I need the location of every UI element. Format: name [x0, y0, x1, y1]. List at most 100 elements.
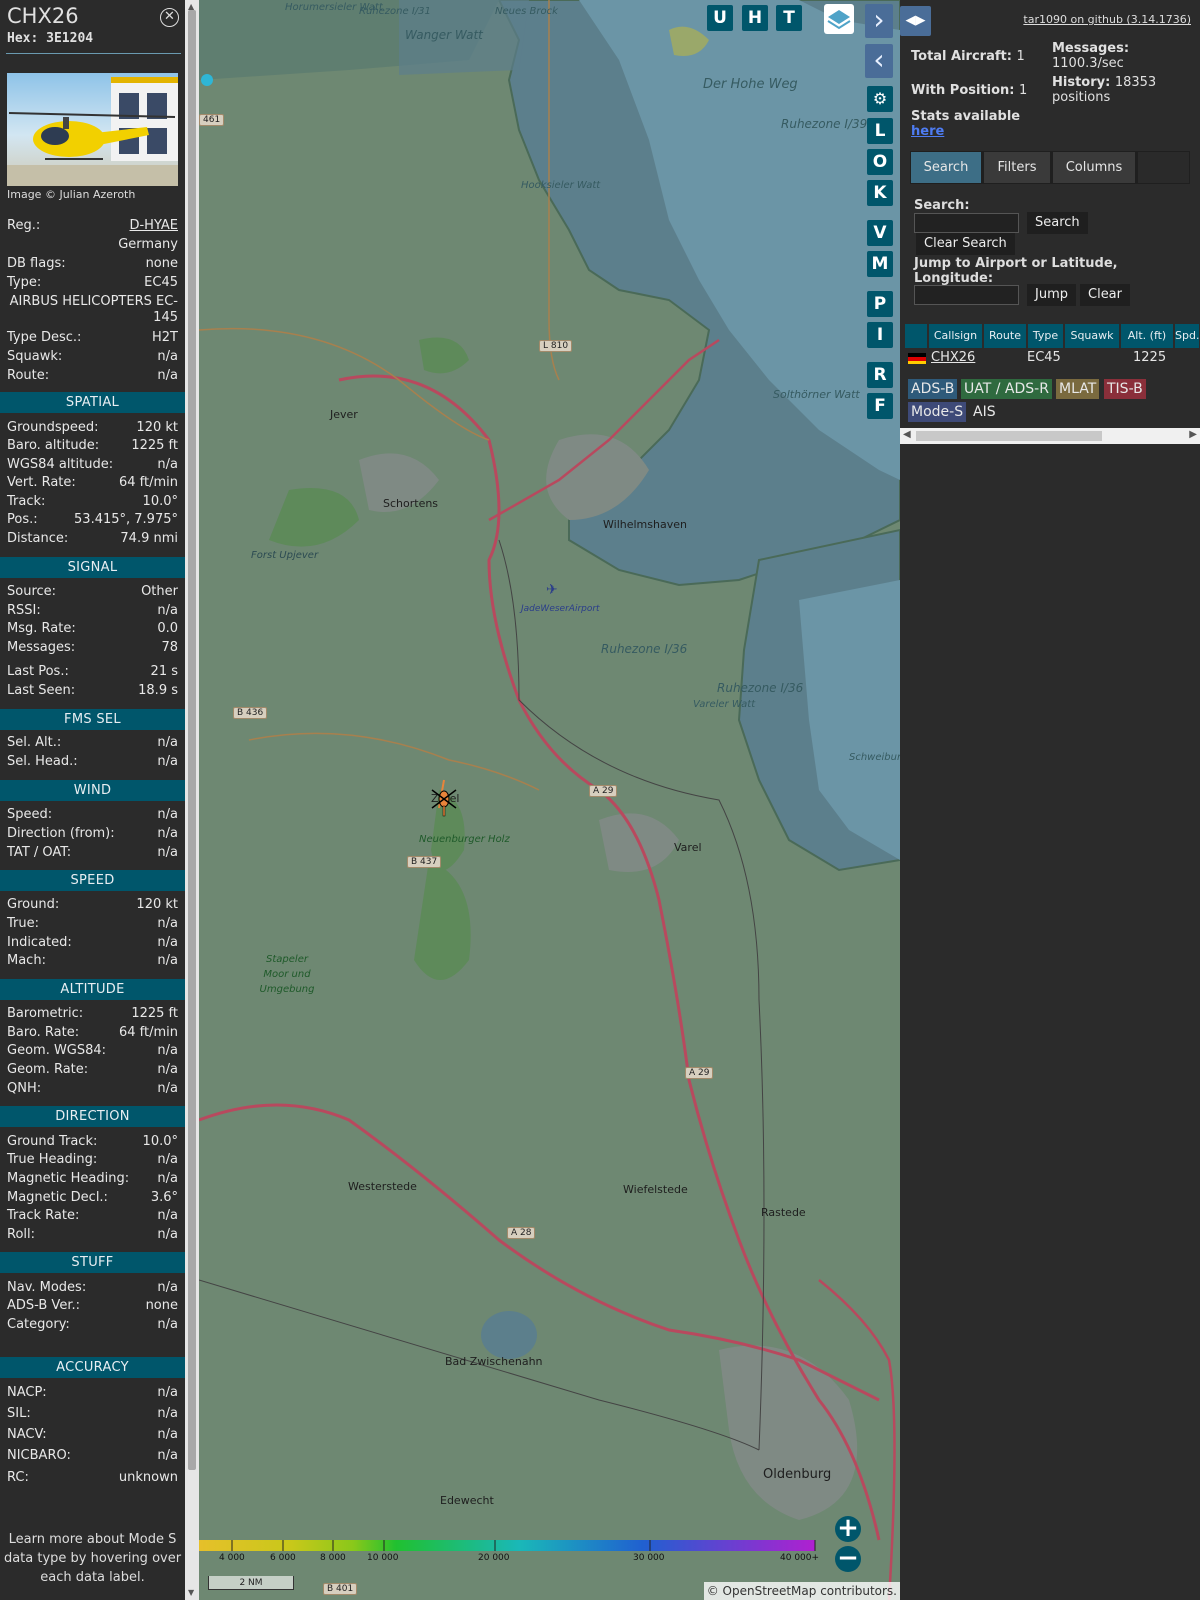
data-row: Geom. Rate: n/a [7, 1062, 178, 1081]
toggle-sidebar-icon[interactable]: ◀▶ [900, 6, 931, 36]
data-value: n/a [157, 1448, 178, 1463]
jump-label: Jump to Airport or Latitude, Longitude: [914, 256, 1118, 286]
toggle-o-button[interactable]: O [867, 149, 893, 175]
table-scrollbar[interactable]: ◀ ▶ [900, 428, 1200, 444]
tab-search[interactable]: Search [911, 152, 981, 183]
toggle-h-button[interactable]: H [742, 5, 768, 31]
data-label[interactable]: Vert. Rate: [7, 475, 76, 490]
data-label[interactable]: RC: [7, 1470, 29, 1485]
github-link[interactable]: tar1090 on github (3.14.1736) [1023, 13, 1191, 26]
zoom-out-button[interactable]: − [835, 1545, 861, 1572]
data-label[interactable]: Pos.: [7, 512, 38, 527]
data-label[interactable]: Sel. Alt.: [7, 735, 61, 750]
data-label[interactable]: Ground Track: [7, 1134, 97, 1149]
close-icon[interactable]: ✕ [160, 8, 179, 27]
info-value[interactable]: D-HYAE [129, 218, 178, 233]
data-label[interactable]: Last Pos.: [7, 664, 69, 679]
toggle-f-button[interactable]: F [867, 393, 893, 419]
search-input[interactable] [914, 213, 1019, 233]
data-label[interactable]: Magnetic Decl.: [7, 1190, 108, 1205]
detail-scrollbar[interactable]: ▲ ▼ [185, 0, 199, 1600]
search-button[interactable]: Search [1027, 212, 1088, 234]
column-flag[interactable] [905, 324, 928, 348]
collapse-sidebar-button[interactable]: ‹ [865, 44, 893, 78]
data-label[interactable]: QNH: [7, 1081, 41, 1096]
data-label[interactable]: Nav. Modes: [7, 1280, 86, 1295]
data-label[interactable]: SIL: [7, 1406, 31, 1421]
data-label[interactable]: RSSI: [7, 603, 41, 618]
toggle-p-button[interactable]: P [867, 291, 893, 317]
column-route[interactable]: Route [984, 324, 1027, 348]
stats-link[interactable]: here [911, 124, 944, 139]
data-label[interactable]: Baro. Rate: [7, 1025, 79, 1040]
data-label[interactable]: NACV: [7, 1427, 47, 1442]
row-callsign[interactable]: CHX26 [931, 349, 975, 367]
data-label[interactable]: Distance: [7, 531, 68, 546]
tab-extra[interactable] [1138, 152, 1189, 183]
tab-filters[interactable]: Filters [984, 152, 1050, 183]
data-label[interactable]: Magnetic Heading: [7, 1171, 129, 1186]
data-label[interactable]: NACP: [7, 1385, 47, 1400]
water-label: Ruhezone I/36 [601, 642, 688, 656]
total-aircraft: Total Aircraft: 1 [911, 49, 1025, 64]
settings-gear-icon[interactable]: ⚙ [867, 86, 893, 112]
data-label[interactable]: Barometric: [7, 1006, 83, 1021]
info-value: EC45 [144, 275, 178, 290]
data-label[interactable]: Source: [7, 584, 56, 599]
data-label[interactable]: TAT / OAT: [7, 845, 71, 860]
column-speed[interactable]: Spd. [1175, 324, 1200, 348]
data-label[interactable]: Track: [7, 494, 45, 509]
tab-columns[interactable]: Columns [1053, 152, 1135, 183]
data-value: n/a [157, 916, 178, 931]
column-altitude[interactable]: Alt. (ft) [1121, 324, 1174, 348]
water-label: Ruhezone I/36 [717, 681, 804, 695]
jump-input[interactable] [914, 285, 1019, 305]
data-label[interactable]: Speed: [7, 807, 52, 822]
data-label[interactable]: Last Seen: [7, 683, 75, 698]
data-label[interactable]: WGS84 altitude: [7, 457, 113, 472]
clear-button[interactable]: Clear [1080, 284, 1130, 306]
data-label[interactable]: Mach: [7, 953, 46, 968]
data-label[interactable]: True Heading: [7, 1152, 97, 1167]
data-label[interactable]: True: [7, 916, 39, 931]
section-header: ACCURACY [0, 1357, 185, 1378]
data-label[interactable]: Msg. Rate: [7, 621, 76, 636]
map-view[interactable]: Jever Schortens Wilhelmshaven Varel West… [199, 0, 900, 1600]
column-squawk[interactable]: Squawk [1065, 324, 1120, 348]
aircraft-marker-icon[interactable] [431, 787, 457, 817]
toggle-v-button[interactable]: V [867, 220, 893, 246]
data-label[interactable]: Messages: [7, 640, 75, 655]
data-label[interactable]: Indicated: [7, 935, 72, 950]
data-label[interactable]: ADS-B Ver.: [7, 1298, 80, 1313]
toggle-k-button[interactable]: K [867, 180, 893, 206]
data-label[interactable]: Track Rate: [7, 1208, 79, 1223]
data-label[interactable]: Direction (from): [7, 826, 115, 841]
clear-search-button[interactable]: Clear Search [916, 233, 1015, 255]
info-value: AIRBUS HELICOPTERS EC-145 [9, 294, 178, 325]
toggle-r-button[interactable]: R [867, 362, 893, 388]
zoom-in-button[interactable]: + [835, 1515, 861, 1542]
layers-icon[interactable] [824, 4, 854, 34]
data-label[interactable]: Groundspeed: [7, 420, 98, 435]
data-label[interactable]: Geom. Rate: [7, 1062, 88, 1077]
data-label[interactable]: Sel. Head.: [7, 754, 78, 769]
jump-button[interactable]: Jump [1027, 284, 1076, 306]
data-label[interactable]: Baro. altitude: [7, 438, 99, 453]
expand-sidebar-button[interactable]: › [865, 4, 893, 38]
data-label[interactable]: NICBARO: [7, 1448, 71, 1463]
toggle-m-button[interactable]: M [867, 251, 893, 277]
data-label[interactable]: Geom. WGS84: [7, 1043, 106, 1058]
data-label[interactable]: Ground: [7, 897, 59, 912]
data-value: n/a [157, 1062, 178, 1077]
data-label[interactable]: Roll: [7, 1227, 35, 1242]
toggle-t-button[interactable]: T [776, 5, 802, 31]
toggle-i-button[interactable]: I [867, 322, 893, 348]
column-callsign[interactable]: Callsign [929, 324, 983, 348]
data-label[interactable]: Category: [7, 1317, 70, 1332]
osm-link[interactable]: OpenStreetMap [723, 1584, 817, 1598]
toggle-l-button[interactable]: L [867, 118, 893, 144]
aircraft-photo[interactable] [7, 73, 178, 186]
data-value: 64 ft/min [118, 475, 178, 490]
column-type[interactable]: Type [1028, 324, 1064, 348]
toggle-u-button[interactable]: U [707, 5, 733, 31]
